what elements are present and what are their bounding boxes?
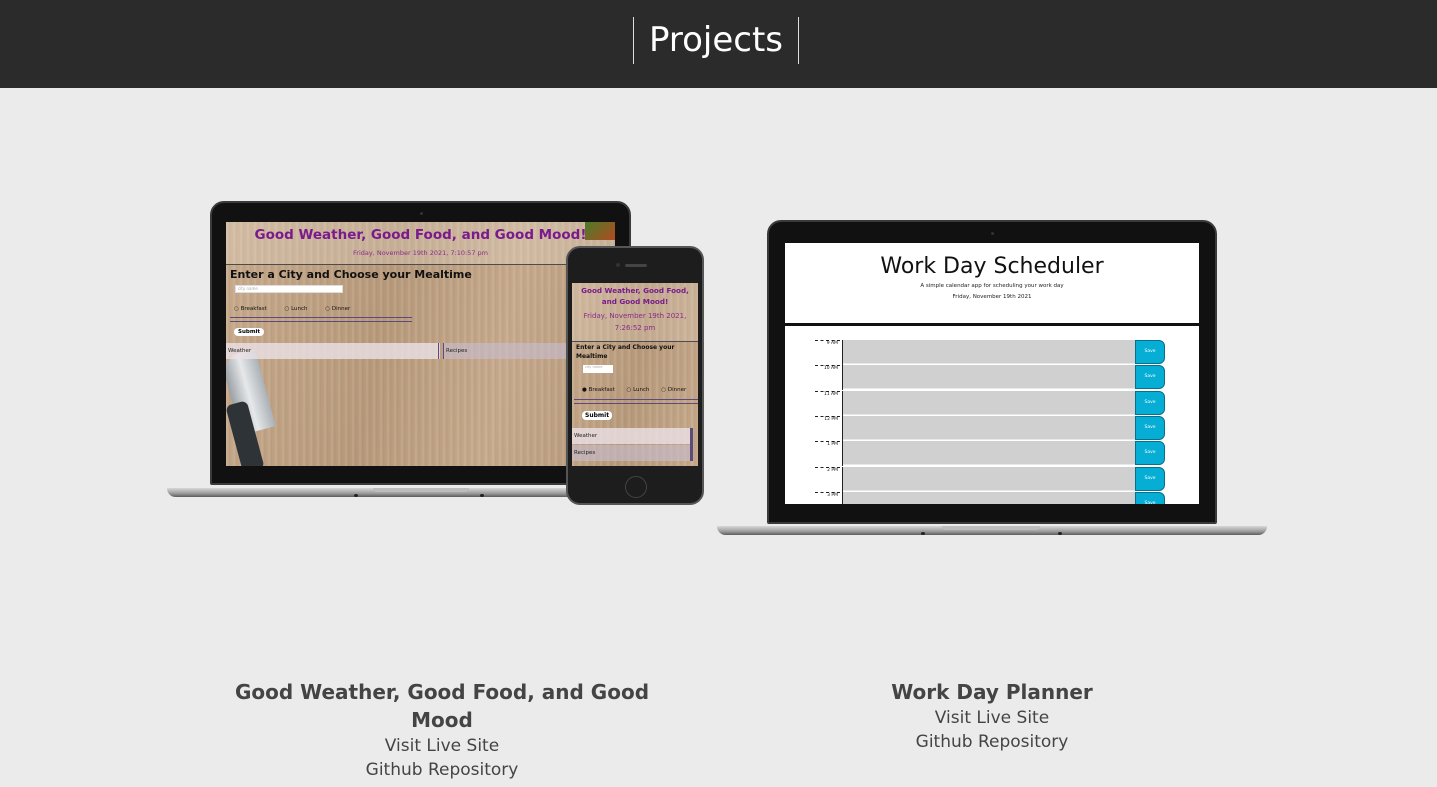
hour-label: 11 AM (815, 390, 840, 397)
city-input: city name (235, 285, 343, 293)
event-textarea (843, 415, 1135, 440)
divider (690, 428, 693, 461)
laptop-screen: Good Weather, Good Food, and Good Mood! … (226, 222, 615, 466)
project-title: Work Day Planner (891, 680, 1093, 704)
hour-label: 3 PM (815, 491, 840, 498)
save-button: Save (1135, 466, 1165, 491)
hour-label: 9 AM (815, 340, 840, 346)
radio-label: Breakfast (588, 387, 615, 393)
time-block: 11 AM Save (815, 390, 1165, 416)
submit-button: Submit (582, 411, 613, 420)
save-button: Save (1135, 441, 1165, 466)
mealtime-radios: ○ Breakfast ○ Lunch ○ Dinner (234, 306, 366, 312)
vegetable-image (585, 222, 615, 240)
app-header: Good Weather, Good Food, and Good Mood! … (572, 283, 698, 342)
time-block: 9 AM Save (815, 340, 1165, 365)
divider (574, 399, 698, 404)
speaker-icon (625, 264, 647, 267)
time-block: 10 AM Save (815, 365, 1165, 391)
radio-label: Dinner (331, 306, 351, 312)
radio-label: Dinner (667, 387, 687, 393)
project-1-caption: Good Weather, Good Food, and Good Mood V… (202, 678, 682, 782)
radio-dinner: ○ Dinner (325, 306, 351, 312)
app-subtitle: A simple calendar app for scheduling you… (920, 283, 1064, 289)
save-button: Save (1135, 491, 1165, 504)
laptop-foot (354, 494, 358, 497)
weather-panel: Weather (572, 428, 690, 444)
app-header: Good Weather, Good Food, and Good Mood! … (226, 222, 615, 265)
form-heading: Enter a City and Choose your Mealtime (576, 344, 675, 360)
app-title: Work Day Scheduler (880, 254, 1104, 279)
form-heading: Enter a City and Choose your Mealtime (230, 268, 472, 281)
save-button: Save (1135, 390, 1165, 415)
time-block: 3 PM Save (815, 491, 1165, 504)
home-button-icon (625, 476, 647, 498)
app-header: Work Day Scheduler A simple calendar app… (785, 243, 1199, 326)
app-title: Good Weather, Good Food, and Good Mood! (581, 286, 689, 306)
radio-dinner: ○ Dinner (661, 387, 687, 393)
radio-label: Lunch (633, 387, 650, 393)
event-textarea (843, 390, 1135, 415)
camera-icon (420, 212, 423, 215)
app-date: Friday, November 19th 2021, 7:26:52 pm (583, 312, 687, 332)
laptop-notch (942, 526, 1040, 530)
github-repo-link[interactable]: Github Repository (752, 730, 1232, 754)
camera-icon (991, 232, 994, 235)
radio-label: Breakfast (240, 306, 267, 312)
event-textarea (843, 466, 1135, 491)
laptop-foot (480, 494, 484, 497)
submit-button: Submit (234, 328, 265, 336)
hour-label: 1 PM (815, 441, 840, 447)
event-textarea (843, 365, 1135, 390)
laptop-foot (921, 532, 925, 535)
app-title: Good Weather, Good Food, and Good Mood! (254, 227, 587, 243)
laptop-notch (373, 488, 469, 492)
page-title: Projects (633, 17, 799, 64)
time-block: 1 PM Save (815, 441, 1165, 467)
github-repo-link[interactable]: Github Repository (202, 758, 682, 782)
app-date: Friday, November 19th 2021 (952, 294, 1032, 300)
project-2-caption: Work Day Planner Visit Live Site Github … (752, 678, 1232, 754)
recipes-panel: Recipes (572, 445, 690, 461)
radio-lunch: ○ Lunch (626, 387, 650, 393)
save-button: Save (1135, 415, 1165, 440)
laptop-screen: Work Day Scheduler A simple calendar app… (785, 243, 1199, 504)
radio-lunch: ○ Lunch (284, 306, 308, 312)
hour-label: 10 AM (815, 365, 840, 371)
hour-label: 2 PM (815, 466, 840, 473)
phone-screen: Good Weather, Good Food, and Good Mood! … (572, 283, 698, 466)
divider (230, 317, 412, 322)
app-date: Friday, November 19th 2021, 7:10:57 pm (353, 249, 488, 257)
event-textarea (843, 491, 1135, 504)
live-site-link[interactable]: Visit Live Site (202, 734, 682, 758)
camera-icon (616, 263, 620, 267)
save-button: Save (1135, 340, 1165, 364)
project-title: Good Weather, Good Food, and Good Mood (234, 680, 650, 732)
time-block: 2 PM Save (815, 466, 1165, 492)
radio-breakfast: ○ Breakfast (234, 306, 267, 312)
event-textarea (843, 340, 1135, 364)
mealtime-radios: ● Breakfast ○ Lunch ○ Dinner (582, 387, 696, 393)
laptop-foot (1058, 532, 1062, 535)
site-header: Projects (0, 0, 1437, 88)
weather-panel: Weather (226, 343, 440, 359)
radio-breakfast: ● Breakfast (582, 387, 615, 393)
city-input: city name (583, 365, 613, 373)
save-button: Save (1135, 365, 1165, 390)
event-textarea (843, 441, 1135, 466)
time-block: 12 PM Save (815, 415, 1165, 441)
live-site-link[interactable]: Visit Live Site (752, 706, 1232, 730)
radio-label: Lunch (291, 306, 308, 312)
hour-label: 12 PM (815, 415, 840, 422)
